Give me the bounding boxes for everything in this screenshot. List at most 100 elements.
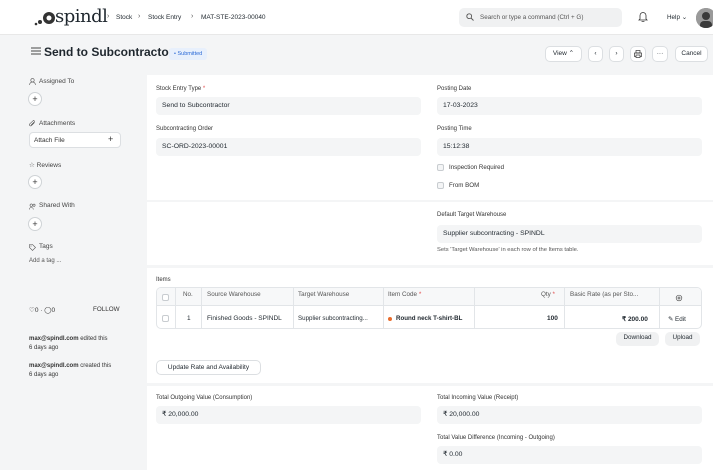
comment-icon[interactable]: ◯ [44,307,51,314]
from-bom-checkbox[interactable] [437,182,444,189]
logo-icon[interactable] [34,10,56,26]
breadcrumb-separator: › [138,13,141,20]
total-incoming-field[interactable]: ₹ 20,000.00 [437,406,702,424]
bell-icon[interactable] [638,11,648,22]
required-mark: * [552,291,555,298]
plus-icon: + [32,219,38,229]
breadcrumb-stock-entry[interactable]: Stock Entry [148,14,181,21]
breadcrumb-stock[interactable]: Stock [116,14,132,21]
row-qty[interactable]: 100 [547,315,558,322]
gear-icon[interactable] [675,294,683,302]
user-icon [29,78,36,85]
pencil-icon: ✎ [668,316,674,323]
posting-time-label: Posting Time [437,126,472,132]
likes-comments: ♡0 · ◯0 [29,307,56,314]
add-assign-button[interactable]: + [28,92,42,106]
reviews-label: ☆ Reviews [29,161,61,169]
subcontracting-order-field[interactable]: SC-ORD-2023-00001 [156,138,421,156]
more-icon: ··· [656,50,664,57]
plus-icon: + [108,134,114,144]
users-icon [29,203,36,210]
column-header-target-warehouse[interactable]: Target Warehouse [298,291,349,298]
status-badge: • Submitted [169,48,208,60]
inspection-required-label: Inspection Required [449,164,505,171]
activity-action: edited this [80,336,108,342]
select-all-checkbox[interactable] [162,294,169,301]
row-source-warehouse[interactable]: Finished Goods - SPINDL [207,315,282,322]
total-outgoing-label: Total Outgoing Value (Consumption) [156,395,253,401]
stock-entry-type-field[interactable]: Send to Subcontractor [156,97,421,115]
update-rate-button[interactable]: Update Rate and Availability [156,360,261,375]
activity-item: max@spindl.com edited this 6 days ago [29,335,129,353]
sidebar-toggle-icon[interactable] [31,47,41,55]
status-text: Submitted [177,51,203,57]
search-icon [466,13,474,21]
upload-button[interactable]: Upload [665,332,700,346]
follow-button[interactable]: FOLLOW [93,306,120,313]
column-header-source-warehouse[interactable]: Source Warehouse [207,291,261,298]
chevron-left-icon: ‹ [594,50,597,57]
total-incoming-label: Total Incoming Value (Receipt) [437,395,519,401]
activity-action: created this [80,363,112,369]
edit-label: Edit [675,316,686,323]
likes-count: 0 [34,307,39,314]
breadcrumb-separator: › [191,13,194,20]
cancel-button[interactable]: Cancel [675,46,708,62]
activity-user[interactable]: max@spindl.com [29,363,79,369]
logo-text[interactable]: spindl [55,6,108,27]
chevron-updown-icon: ⌃ [568,50,575,57]
chevron-down-icon: ⌄ [681,14,687,21]
add-review-button[interactable]: + [28,175,42,189]
help-menu[interactable]: Help ⌄ [667,14,687,21]
column-header-qty[interactable]: Qty * [541,291,555,298]
from-bom-label: From BOM [449,182,480,189]
column-divider [175,288,176,328]
stock-entry-type-label: Stock Entry Type * [156,86,205,92]
row-no: 1 [187,315,191,322]
attachments-label: Attachments [39,120,76,127]
dot-icon: • [174,51,176,57]
avatar[interactable] [696,8,713,28]
column-divider [474,288,475,328]
item-code-header-text: Item Code [388,291,418,298]
row-target-warehouse[interactable]: Supplier subcontracting... [298,315,368,322]
posting-time-field[interactable]: 15:12:38 [437,138,702,156]
column-header-basic-rate[interactable]: Basic Rate (as per Sto... [570,291,654,298]
next-button[interactable]: › [609,46,624,62]
column-divider [564,288,565,328]
activity-item: max@spindl.com created this 6 days ago [29,362,119,380]
more-button[interactable]: ··· [652,46,668,62]
qty-header-text: Qty [541,291,551,298]
comments-count: 0 [51,307,56,314]
download-button[interactable]: Download [616,332,659,346]
default-target-warehouse-label: Default Target Warehouse [437,212,507,218]
previous-button[interactable]: ‹ [588,46,603,62]
search-input[interactable]: Search or type a command (Ctrl + G) [480,14,583,21]
row-basic-rate[interactable]: ₹ 200.00 [622,315,648,323]
print-button[interactable] [630,46,646,62]
required-mark: * [202,86,206,92]
column-divider [201,288,202,328]
user-avatar-icon [696,8,713,28]
reviews-text: Reviews [36,162,62,169]
paperclip-icon [29,120,35,127]
add-tag-link[interactable]: Add a tag ... [29,258,61,264]
column-header-item-code[interactable]: Item Code * [388,291,421,298]
help-label: Help [667,14,680,21]
activity-user[interactable]: max@spindl.com [29,336,79,342]
row-item-code[interactable]: Round neck T-shirt-BL [396,315,462,322]
activity-time: 6 days ago [29,345,59,351]
add-share-button[interactable]: + [28,217,42,231]
total-outgoing-field[interactable]: ₹ 20,000.00 [156,406,421,424]
target-warehouse-note: Sets 'Target Warehouse' in each row of t… [437,247,579,253]
column-divider [659,288,660,328]
default-target-warehouse-field[interactable]: Supplier subcontracting - SPINDL [437,225,702,243]
attach-file-label: Attach File [34,137,65,144]
total-difference-field[interactable]: ₹ 0.00 [437,446,702,464]
row-edit-button[interactable]: ✎ Edit [668,316,686,323]
posting-date-field[interactable]: 17-03-2023 [437,97,702,115]
posting-date-label: Posting Date [437,86,472,92]
view-button[interactable]: View ⌃ [545,46,582,62]
row-checkbox[interactable] [162,315,169,322]
inspection-required-checkbox[interactable] [437,164,444,171]
